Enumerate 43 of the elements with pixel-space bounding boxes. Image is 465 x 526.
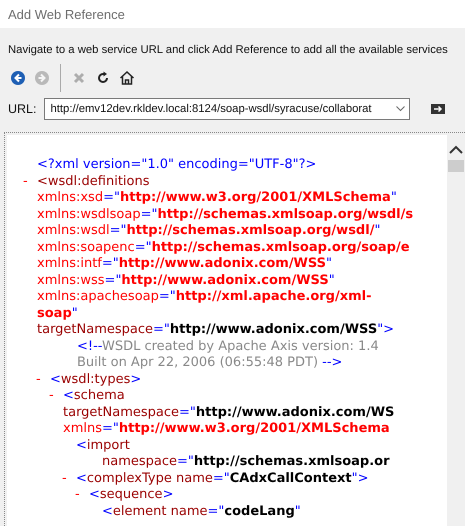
refresh-button[interactable] xyxy=(95,70,111,86)
xml-line: xmlns="http://www.w3.org/2001/XMLSchema xyxy=(63,421,391,438)
xml-line: xmlns:wsdlsoap="http://schemas.xmlsoap.org/wsdl/s xyxy=(37,206,414,223)
close-icon xyxy=(73,72,85,84)
back-button[interactable] xyxy=(10,70,26,86)
scrollbar-thumb[interactable] xyxy=(448,160,464,172)
xml-line: xmlns:wsdl="http://schemas.xmlsoap.org/wsdl/" xyxy=(37,223,382,240)
back-icon xyxy=(11,71,25,85)
xml-line: <schema xyxy=(63,388,126,404)
home-button[interactable] xyxy=(119,70,135,86)
xml-line: xmlns:intf="http://www.adonix.com/WSS" xyxy=(37,256,334,272)
collapse-toggle[interactable]: - xyxy=(62,470,76,487)
xml-line: targetNamespace="http://www.adonix.com/WS xyxy=(63,404,394,421)
xml-line: <?xml version="1.0" encoding="UTF-8"?> xyxy=(37,157,316,174)
chevron-down-icon xyxy=(396,106,406,112)
xml-line: <element name="codeLang" xyxy=(102,504,301,520)
xml-line: <wsdl:types> xyxy=(50,372,142,388)
forward-icon xyxy=(35,71,49,85)
collapse-toggle[interactable]: - xyxy=(75,487,89,504)
chevron-up-icon xyxy=(449,145,463,154)
xml-line: soap" xyxy=(37,306,79,322)
url-label: URL: xyxy=(8,102,36,116)
window-title: Add Web Reference xyxy=(8,6,125,22)
home-icon xyxy=(119,70,135,86)
instructions-text: Navigate to a web service URL and click Add Reference to add all the available services xyxy=(7,43,449,56)
refresh-icon xyxy=(96,71,110,85)
xml-line: <sequence> xyxy=(89,487,174,504)
xml-line: xmlns:wss="http://www.adonix.com/WSS" xyxy=(37,272,336,289)
collapse-toggle[interactable]: - xyxy=(36,372,50,388)
xml-line: <wsdl:definitions xyxy=(37,174,151,190)
url-combobox[interactable]: http://emv12dev.rkldev.local:8124/soap-wsdl/syracuse/collaborat xyxy=(44,98,410,120)
collapse-toggle[interactable]: - xyxy=(23,174,37,338)
collapse-toggle[interactable]: - xyxy=(49,388,63,438)
xml-line: xmlns:xsd="http://www.w3.org/2001/XMLSchema" xyxy=(37,190,398,206)
xml-line: <complexType name="CAdxCallContext"> xyxy=(76,470,368,487)
xml-line: targetNamespace="http://www.adonix.com/WSS"> xyxy=(37,322,396,338)
xml-line: xmlns:soapenc="http://schemas.xmlsoap.org/soap/e xyxy=(37,240,411,256)
xml-comment-line: Built on Apr 22, 2006 (06:55:48 PDT) --> xyxy=(77,355,344,372)
xml-line: <import xyxy=(76,438,131,454)
xml-line: namespace="http://schemas.xmlsoap.or xyxy=(101,454,390,470)
xml-comment-line: <!--WSDL created by Apache Axis version: 1.4 xyxy=(77,338,379,355)
xml-line: xmlns:apachesoap="http://xml.apache.org/xml- xyxy=(37,289,373,306)
go-button[interactable] xyxy=(430,103,446,115)
